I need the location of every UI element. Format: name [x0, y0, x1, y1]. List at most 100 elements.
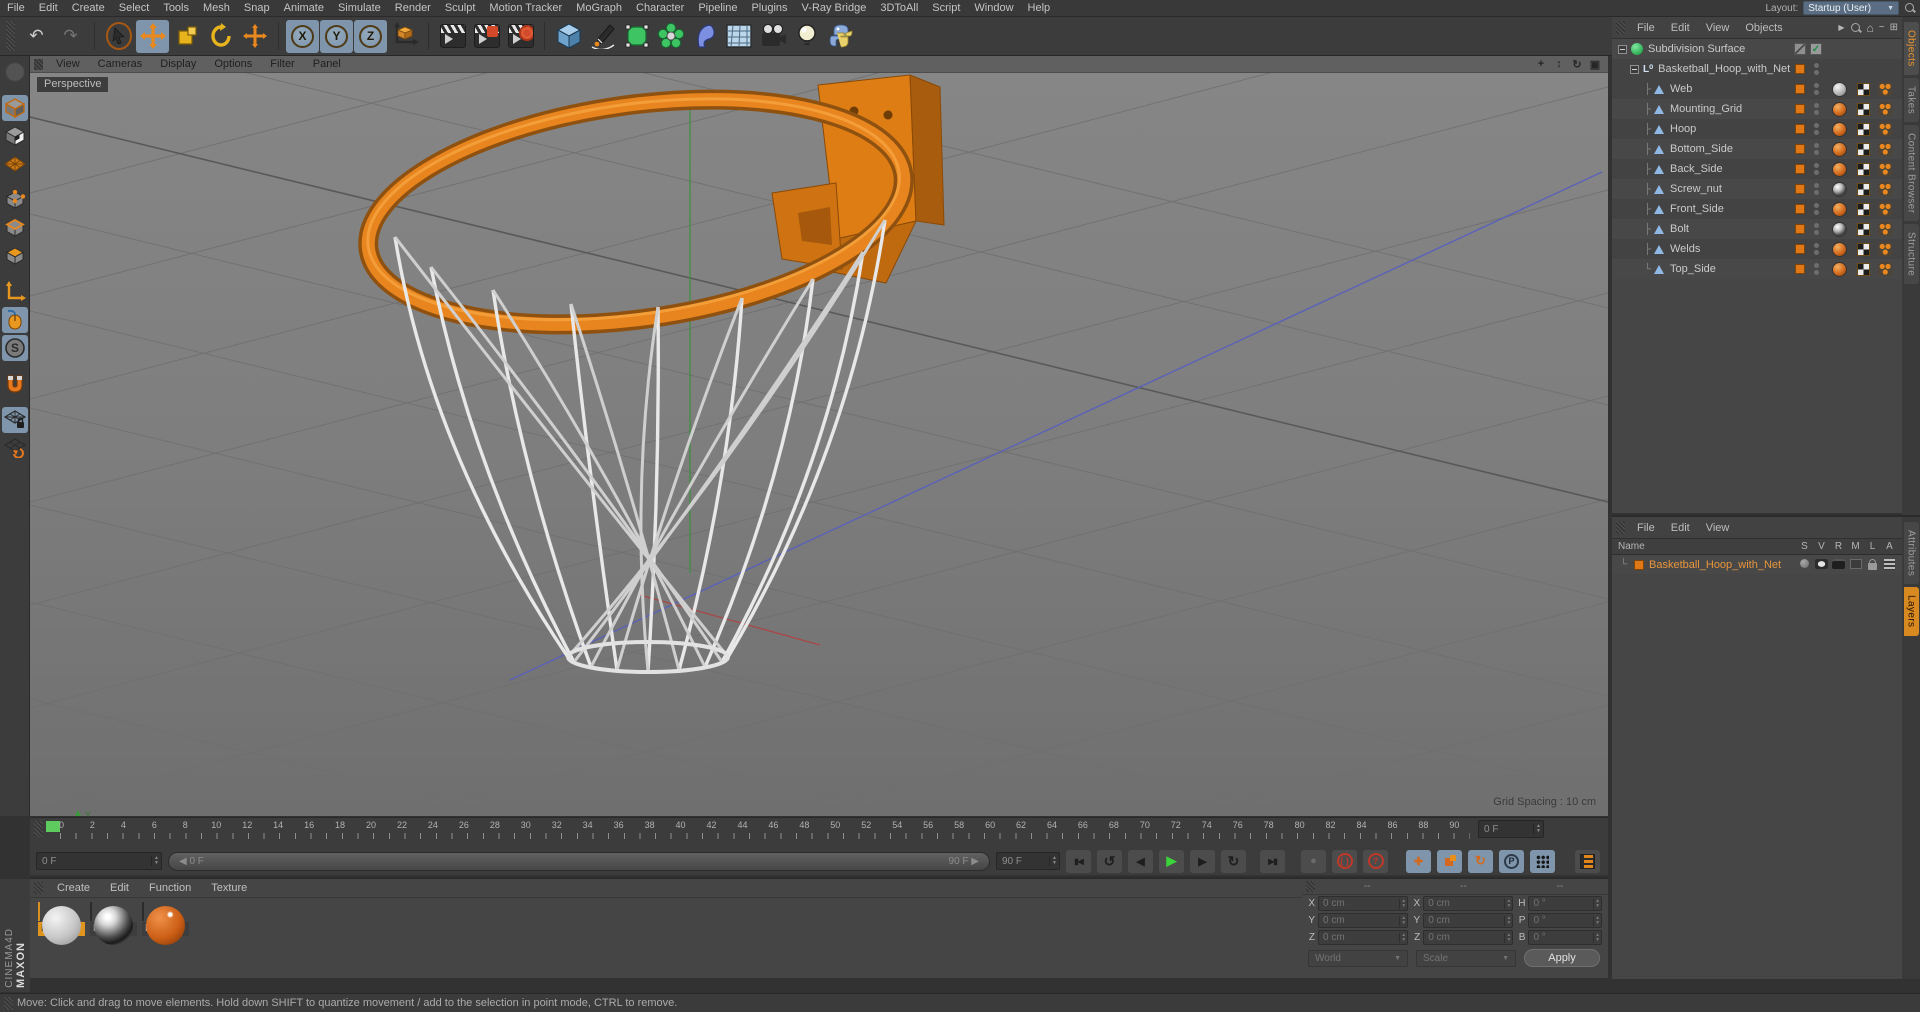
enabled-check-icon[interactable]: ✓ [1810, 43, 1822, 55]
layer-color-chip[interactable] [1795, 224, 1805, 234]
layer-color-chip[interactable] [1795, 104, 1805, 114]
key-scale-button[interactable] [1437, 849, 1462, 873]
viewport-zoom-icon[interactable]: ↕ [1552, 58, 1566, 71]
snap-s-button[interactable]: S [1, 335, 28, 361]
phong-tag-icon[interactable] [1878, 262, 1892, 276]
viewport-menu-item[interactable]: View [47, 58, 89, 70]
spinner-arrows-icon[interactable]: ▲ ▼ [1504, 915, 1511, 926]
preview-range-slider[interactable]: ◀ 0 F 90 F ▶ [168, 851, 990, 871]
viewport-menu-item[interactable]: Options [205, 58, 261, 70]
z-axis-lock-button[interactable]: Z [354, 19, 387, 53]
size-field[interactable]: 0 cm ▲ ▼ [1423, 896, 1514, 911]
visibility-dots-icon[interactable] [1814, 83, 1819, 95]
frame-hud-spinner[interactable]: 0 F ▲ ▼ [1478, 820, 1544, 838]
object-label[interactable]: Web [1670, 83, 1692, 95]
visibility-dots-icon[interactable] [1814, 143, 1819, 155]
object-manager-menu-item[interactable]: Edit [1663, 22, 1698, 34]
object-label[interactable]: Basketball_Hoop_with_Net [1658, 63, 1790, 75]
rotate-tool-button[interactable] [204, 20, 237, 53]
layer-name[interactable]: Basketball_Hoop_with_Net [1649, 559, 1781, 571]
spinner-arrows-icon[interactable]: ▲ ▼ [1049, 856, 1057, 866]
phong-tag-icon[interactable] [1878, 162, 1892, 176]
visibility-dots-icon[interactable] [1814, 223, 1819, 235]
timeline-grip[interactable] [34, 821, 43, 837]
spinner-arrows-icon[interactable]: ▲ ▼ [1593, 898, 1600, 909]
tree-row[interactable]: ├ Hoop [1612, 119, 1902, 139]
panel-tab[interactable]: Layers [1903, 587, 1919, 636]
spinner-arrows-icon[interactable]: ▲ ▼ [1504, 932, 1511, 943]
menu-item[interactable]: Character [629, 2, 691, 14]
rotation-field[interactable]: 0 ° ▲ ▼ [1528, 930, 1603, 945]
material-menu-item[interactable]: Edit [100, 882, 139, 894]
visibility-dots-icon[interactable] [1814, 103, 1819, 115]
tree-row[interactable]: ├ Welds [1612, 239, 1902, 259]
menu-item[interactable]: Motion Tracker [482, 2, 569, 14]
material-tag-icon[interactable] [1832, 161, 1847, 177]
viewport-solo-button[interactable] [1, 307, 28, 333]
menu-item[interactable]: Edit [32, 2, 65, 14]
viewport-canvas[interactable]: Perspective Grid Spacing: 10 cm Y [30, 73, 1608, 816]
workplane-lock-button[interactable] [1, 407, 28, 433]
coordinates-grip[interactable] [1306, 881, 1315, 892]
object-label[interactable]: Bottom_Side [1670, 143, 1733, 155]
viewport-grip[interactable] [34, 58, 43, 70]
add-panel-icon[interactable]: ⊞ [1890, 22, 1898, 33]
search-icon[interactable] [1850, 22, 1862, 34]
tree-row-subdivision-surface[interactable]: Subdivision Surface ✓ [1612, 39, 1902, 59]
object-label[interactable]: Mounting_Grid [1670, 103, 1742, 115]
visibility-dots-icon[interactable] [1814, 163, 1819, 175]
panel-tab[interactable]: Content Browser [1903, 124, 1919, 222]
workplane-interactive-button[interactable] [2, 435, 28, 461]
spinner-arrows-icon[interactable]: ▲ ▼ [1399, 915, 1406, 926]
phong-tag-icon[interactable] [1878, 182, 1892, 196]
size-mode-select[interactable]: Scale ▼ [1416, 949, 1516, 967]
snapping-button[interactable] [2, 371, 28, 397]
material-tag-icon[interactable] [1832, 181, 1847, 197]
uvw-tag-icon[interactable] [1857, 102, 1870, 116]
object-axis-mode-button[interactable] [2, 279, 28, 305]
menu-item[interactable]: 3DToAll [873, 2, 925, 14]
redo-button[interactable]: ↷ [54, 20, 87, 53]
deformer-button[interactable] [688, 20, 721, 53]
uvw-tag-icon[interactable] [1857, 122, 1870, 136]
enable-toggle-icon[interactable] [1794, 43, 1806, 55]
spinner-arrows-icon[interactable]: ▲ ▼ [1593, 932, 1600, 943]
material-tag-icon[interactable] [1832, 201, 1847, 217]
camera-label[interactable]: Perspective [37, 77, 109, 92]
toolbar-grip[interactable] [6, 20, 15, 52]
menu-item[interactable]: Snap [237, 2, 277, 14]
object-label[interactable]: Welds [1670, 243, 1700, 255]
panel-tab[interactable]: Structure [1903, 224, 1919, 285]
x-axis-lock-button[interactable]: X [286, 19, 319, 53]
menu-item[interactable]: Window [967, 2, 1020, 14]
timeline-ruler[interactable]: 0 2 4 6 8 10 12 14 16 18 20 22 24 26 28 30 32 34 36 38 40 42 4… [30, 818, 1608, 844]
collapse-toggle-icon[interactable] [1630, 64, 1639, 74]
viewport-menu-item[interactable]: Display [151, 58, 205, 70]
object-label[interactable]: Screw_nut [1670, 183, 1722, 195]
viewport-menu-item[interactable]: Filter [261, 58, 303, 70]
tree-row[interactable]: ├ Bottom_Side [1612, 139, 1902, 159]
tree-row[interactable]: ├ Web [1612, 79, 1902, 99]
layer-color-chip[interactable] [1795, 64, 1805, 74]
visibility-dots-icon[interactable] [1814, 183, 1819, 195]
menu-item[interactable]: File [0, 2, 32, 14]
visibility-dots-icon[interactable] [1814, 243, 1819, 255]
size-field[interactable]: 0 cm ▲ ▼ [1423, 913, 1514, 928]
tree-row[interactable]: ├ Bolt [1612, 219, 1902, 239]
move-tool-button[interactable] [136, 19, 169, 53]
material-preview[interactable] [142, 902, 144, 921]
key-parameter-button[interactable]: P [1499, 849, 1524, 873]
edges-mode-button[interactable] [2, 215, 28, 241]
tree-row[interactable]: └ Top_Side [1612, 259, 1902, 279]
view-toggle-icon[interactable] [1815, 559, 1828, 569]
viewport-rotate-icon[interactable]: ↻ [1570, 58, 1584, 71]
search-icon[interactable] [1904, 2, 1916, 14]
next-frame-button[interactable]: ▶ [1190, 849, 1215, 873]
subdivision-surface-button[interactable] [620, 20, 653, 53]
material-tag-icon[interactable] [1832, 121, 1847, 137]
material-manager-grip[interactable] [34, 882, 43, 894]
status-grip[interactable] [4, 996, 13, 1010]
material-swatch[interactable]: Metal [90, 902, 137, 936]
animation-toggle-icon[interactable] [1884, 559, 1895, 570]
previous-frame-button[interactable]: ◀ [1128, 849, 1153, 873]
